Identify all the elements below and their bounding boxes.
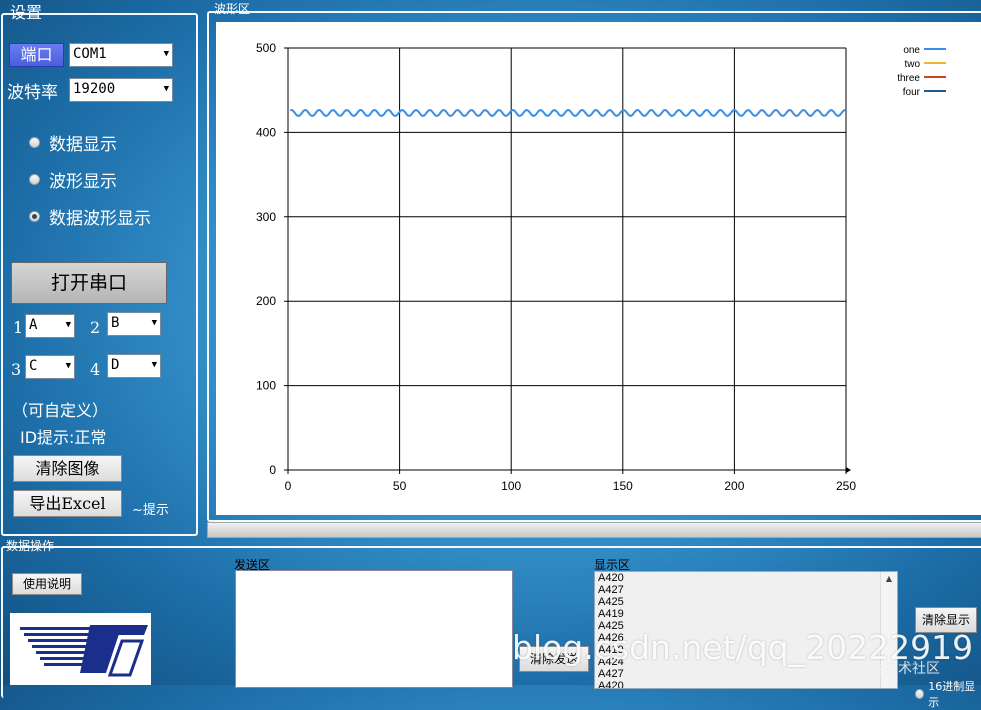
hex-display-checkbox[interactable]: 16进制显示 xyxy=(915,678,981,710)
channel-3-select[interactable]: C ▼ xyxy=(25,355,75,379)
x-tick-label: 200 xyxy=(724,479,744,493)
watermark-sub: @稀土掘金技术社区 xyxy=(814,661,940,677)
settings-group-title: 设置 xyxy=(10,3,43,22)
y-tick-label: 300 xyxy=(256,210,276,224)
channel-1-select[interactable]: A ▼ xyxy=(25,314,75,338)
channel-4-num: 4 xyxy=(90,360,101,379)
logo-graphic xyxy=(20,625,148,677)
chevron-down-icon: ▼ xyxy=(151,318,157,328)
chart-svg: 0 50 100 150 200 250 0 100 200 300 400 500 one two th… xyxy=(256,41,946,493)
custom-note: （可自定义） xyxy=(12,401,109,420)
baud-select-value: 19200 xyxy=(73,81,116,97)
legend-label-two: two xyxy=(904,59,920,70)
radio-data-wave-display[interactable]: 数据波形显示 xyxy=(29,204,151,229)
channel-4-select[interactable]: D ▼ xyxy=(107,354,161,378)
port-select-value: COM1 xyxy=(73,46,107,62)
receive-list-item: A420 xyxy=(598,572,624,584)
channel-4-value: D xyxy=(111,357,120,373)
chevron-down-icon: ▼ xyxy=(163,49,169,59)
clear-image-button[interactable]: 清除图像 xyxy=(13,455,122,482)
radio-icon xyxy=(29,137,40,148)
hint-label: ~提示 xyxy=(132,503,169,518)
open-port-button[interactable]: 打开串口 xyxy=(11,262,167,304)
channel-3-value: C xyxy=(29,358,38,374)
x-tick-label: 0 xyxy=(285,479,292,493)
y-tick-label: 400 xyxy=(256,125,276,139)
radio-data-display[interactable]: 数据显示 xyxy=(29,130,117,155)
channel-1-value: A xyxy=(29,317,38,333)
channel-2-value: B xyxy=(111,315,120,331)
waveform-group-title: 波形区 xyxy=(214,2,251,16)
series-one-line xyxy=(289,108,847,117)
hex-display-label: 16进制显示 xyxy=(928,680,976,709)
instructions-button[interactable]: 使用说明 xyxy=(12,573,82,595)
radio-label: 数据波形显示 xyxy=(49,209,151,229)
chevron-down-icon: ▼ xyxy=(65,361,71,371)
x-tick-label: 50 xyxy=(393,479,407,493)
x-tick-label: 100 xyxy=(501,479,521,493)
radio-icon xyxy=(29,174,40,185)
receive-list-item: A427 xyxy=(598,584,624,596)
chevron-down-icon: ▼ xyxy=(163,84,169,94)
radio-checked-icon xyxy=(29,211,40,222)
legend-label-three: three xyxy=(897,73,920,84)
data-ops-group-title: 数据操作 xyxy=(6,539,55,553)
port-select[interactable]: COM1 ▼ xyxy=(69,43,173,67)
receive-list-item: A425 xyxy=(598,596,624,608)
export-excel-button[interactable]: 导出Excel xyxy=(13,490,122,517)
channel-3-num: 3 xyxy=(11,360,22,379)
chevron-down-icon: ▼ xyxy=(151,360,157,370)
scroll-up-icon[interactable]: ▲ xyxy=(881,572,897,586)
channel-2-select[interactable]: B ▼ xyxy=(107,312,161,336)
baud-label: 波特率 xyxy=(7,83,58,103)
chevron-down-icon: ▼ xyxy=(65,320,71,330)
channel-1-num: 1 xyxy=(13,318,24,337)
x-tick-label: 250 xyxy=(836,479,856,493)
radio-label: 数据显示 xyxy=(49,135,117,155)
company-logo xyxy=(10,613,151,685)
baud-select[interactable]: 19200 ▼ xyxy=(69,78,173,102)
waveform-chart: 0 50 100 150 200 250 0 100 200 300 400 500 one two th… xyxy=(216,22,981,515)
chart-horizontal-scrollbar[interactable] xyxy=(207,522,981,538)
send-textarea[interactable] xyxy=(235,570,513,688)
x-tick-label: 150 xyxy=(613,479,633,493)
radio-label: 波形显示 xyxy=(49,172,117,192)
radio-wave-display[interactable]: 波形显示 xyxy=(29,167,117,192)
receive-list-item: A419 xyxy=(598,608,624,620)
channel-2-num: 2 xyxy=(90,318,101,337)
legend-label-one: one xyxy=(903,45,920,56)
x-axis-arrow xyxy=(846,467,851,473)
legend-label-four: four xyxy=(903,87,921,98)
id-hint: ID提示:正常 xyxy=(20,428,107,447)
y-tick-label: 100 xyxy=(256,379,276,393)
y-tick-label: 500 xyxy=(256,41,276,55)
port-label: 端口 xyxy=(9,43,64,67)
checkbox-icon xyxy=(915,689,925,699)
y-tick-label: 200 xyxy=(256,294,276,308)
y-tick-label: 0 xyxy=(269,463,276,477)
